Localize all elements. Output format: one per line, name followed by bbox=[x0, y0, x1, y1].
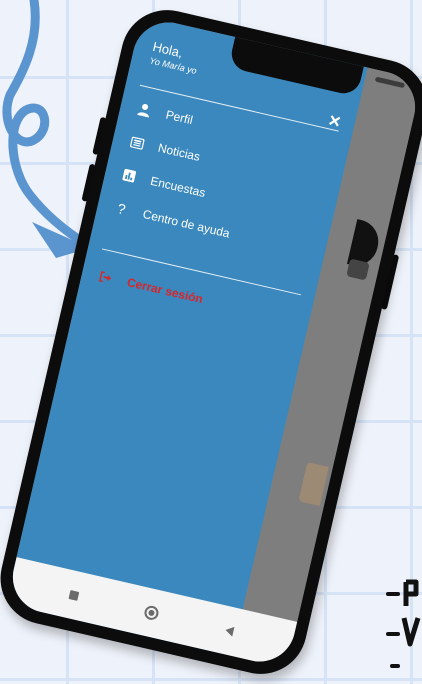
menu-item-centro-de-ayuda[interactable]: ? Centro de ayuda bbox=[111, 196, 232, 244]
recent-apps-button[interactable] bbox=[68, 589, 80, 601]
logout-label: Cerrar sesión bbox=[125, 275, 205, 307]
menu-item-label: Encuestas bbox=[149, 173, 207, 201]
person-icon bbox=[135, 101, 154, 118]
question-icon: ? bbox=[115, 200, 128, 218]
menu-item-perfil[interactable]: Perfil bbox=[134, 97, 195, 131]
newspaper-icon bbox=[128, 134, 147, 151]
menu-item-label: Centro de ayuda bbox=[141, 206, 232, 241]
menu-item-label: Perfil bbox=[164, 107, 195, 128]
bar-chart-icon bbox=[120, 167, 139, 184]
back-button[interactable] bbox=[224, 625, 235, 637]
home-button[interactable] bbox=[143, 604, 161, 622]
logout-button[interactable]: Cerrar sesión bbox=[96, 264, 206, 310]
menu-item-encuestas[interactable]: Encuestas bbox=[119, 163, 208, 204]
menu-item-noticias[interactable]: Noticias bbox=[127, 130, 203, 168]
sign-out-icon bbox=[96, 268, 115, 285]
menu-item-label: Noticias bbox=[156, 140, 202, 164]
partial-list-decoration bbox=[386, 579, 421, 668]
